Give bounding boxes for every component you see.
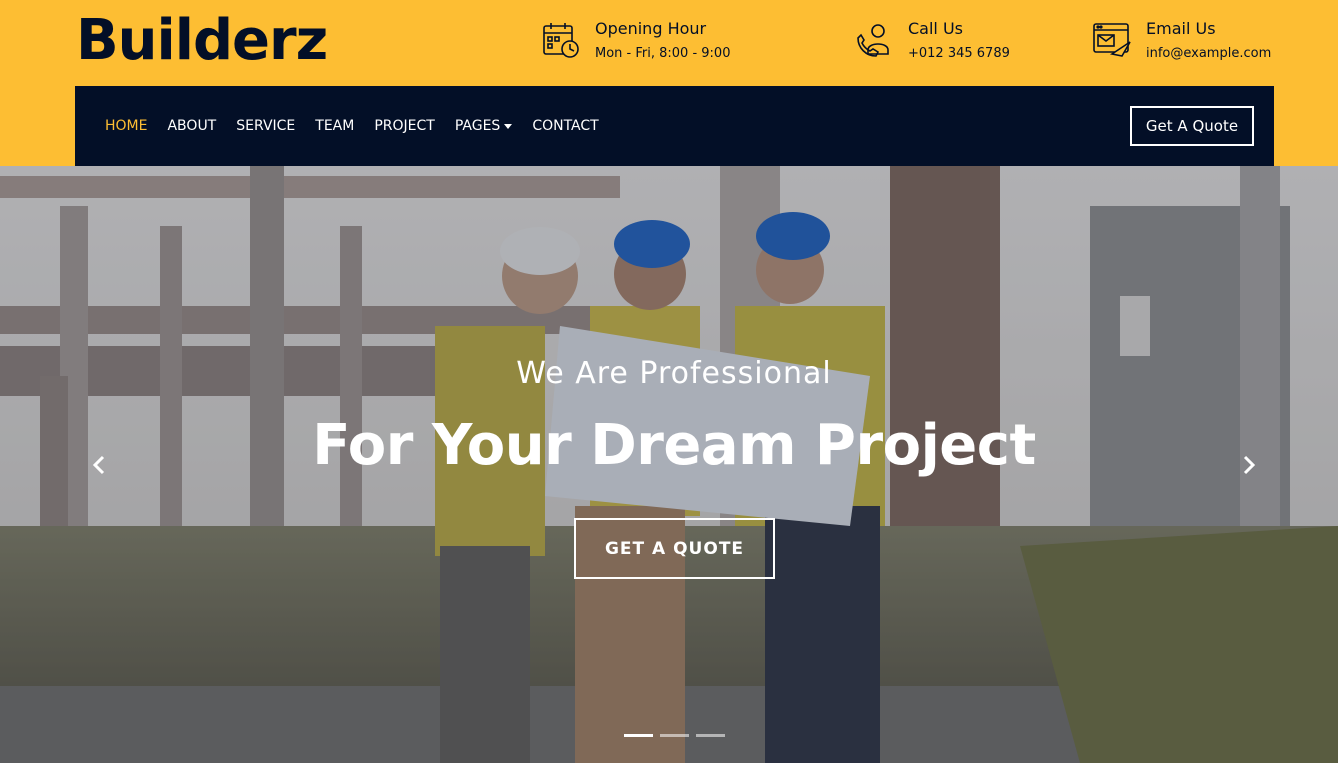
hero-title: For Your Dream Project bbox=[312, 413, 1036, 478]
nav-item-project[interactable]: PROJECT bbox=[374, 116, 435, 136]
chevron-right-icon bbox=[1243, 455, 1256, 475]
nav-item-service[interactable]: SERVICE bbox=[236, 116, 295, 136]
calendar-clock-icon bbox=[541, 20, 581, 60]
nav-item-home[interactable]: HOME bbox=[105, 116, 147, 136]
site-logo[interactable]: Builderz bbox=[76, 8, 328, 74]
nav-item-contact[interactable]: CONTACT bbox=[532, 116, 598, 136]
chevron-left-icon bbox=[92, 455, 105, 475]
caret-down-icon bbox=[504, 123, 513, 129]
nav-item-about[interactable]: ABOUT bbox=[167, 116, 216, 136]
email-us-title: Email Us bbox=[1146, 19, 1216, 38]
carousel-next-arrow[interactable] bbox=[1236, 453, 1260, 477]
opening-hour-title: Opening Hour bbox=[595, 19, 707, 38]
hero-carousel: We Are Professional For Your Dream Proje… bbox=[0, 166, 1338, 763]
get-quote-hero-button[interactable]: GET A QUOTE bbox=[574, 518, 775, 579]
nav-item-pages[interactable]: PAGES bbox=[454, 116, 513, 136]
carousel-indicator[interactable] bbox=[624, 734, 653, 737]
carousel-indicator[interactable] bbox=[696, 734, 725, 737]
call-us-info: Call Us +012 345 6789 bbox=[854, 18, 1010, 64]
phone-support-icon bbox=[854, 20, 894, 60]
email-us-info: Email Us info@example.com bbox=[1092, 18, 1271, 64]
opening-hour-detail: Mon - Fri, 8:00 - 9:00 bbox=[595, 46, 731, 61]
carousel-indicators bbox=[624, 734, 732, 737]
email-browser-icon bbox=[1092, 20, 1132, 60]
email-us-detail[interactable]: info@example.com bbox=[1146, 44, 1271, 64]
main-navbar: HOME ABOUT SERVICE TEAM PROJECT PAGES CO… bbox=[75, 86, 1274, 166]
opening-hour-info: Opening Hour Mon - Fri, 8:00 - 9:00 bbox=[541, 18, 730, 64]
carousel-indicator[interactable] bbox=[660, 734, 689, 737]
nav-menu: HOME ABOUT SERVICE TEAM PROJECT PAGES CO… bbox=[105, 86, 619, 166]
get-quote-nav-button[interactable]: Get A Quote bbox=[1130, 106, 1254, 146]
carousel-prev-arrow[interactable] bbox=[88, 453, 112, 477]
hero-subtitle: We Are Professional bbox=[516, 356, 832, 391]
call-us-detail[interactable]: +012 345 6789 bbox=[908, 44, 1010, 64]
nav-item-pages-label: PAGES bbox=[454, 118, 501, 134]
call-us-title: Call Us bbox=[908, 19, 963, 38]
nav-item-team[interactable]: TEAM bbox=[315, 116, 354, 136]
